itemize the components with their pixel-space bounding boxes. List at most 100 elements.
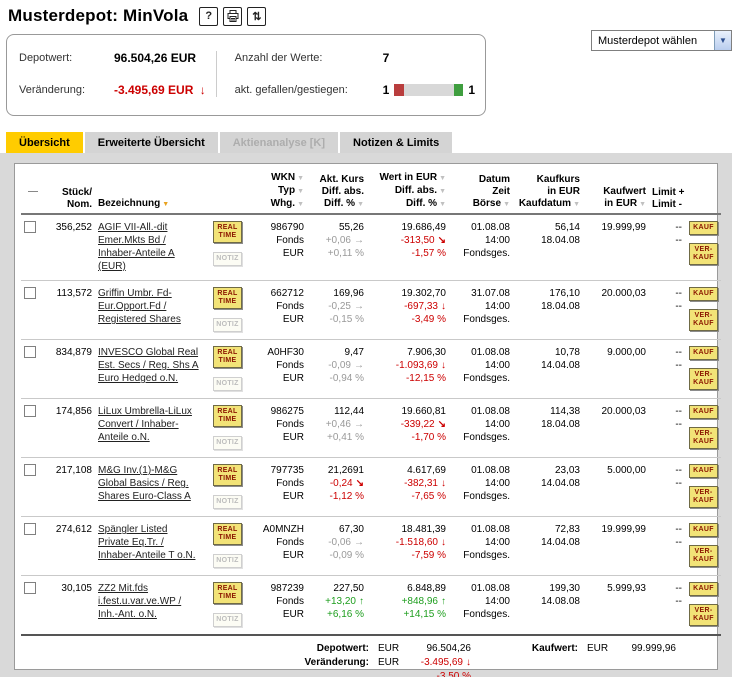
row-buttons-cell: REAL TIME NOTIZ — [207, 339, 251, 399]
security-link[interactable]: Spängler Listed Private Eq.Tr. / Inhaber-A… — [98, 524, 195, 561]
verkauf-button[interactable]: VER- KAUF — [689, 545, 718, 567]
buy-price: 23,03 — [554, 465, 580, 476]
security-link[interactable]: Griffin Umbr. Fd- Eur.Opport.Fd / Register… — [98, 288, 181, 325]
exchange: Fondsges. — [463, 491, 510, 502]
notiz-button[interactable]: NOTIZ — [213, 613, 242, 627]
limit-plus: -- — [675, 465, 682, 476]
verkauf-button[interactable]: VER- KAUF — [689, 309, 718, 331]
positions-table: — Stück/Nom. Bezeichnung ▼ WKN ▼ Typ ▼ Whg. ▼ Akt.… — [21, 170, 721, 636]
notiz-button[interactable]: NOTIZ — [213, 436, 242, 450]
sort-icon[interactable]: ▼ — [439, 188, 446, 195]
security-link[interactable]: LiLux Umbrella-LiLux Convert / Inhaber- An… — [98, 406, 192, 443]
row-checkbox[interactable] — [24, 464, 36, 476]
sort-icon[interactable]: ▼ — [162, 201, 169, 208]
wkn-value: 662712 — [270, 288, 304, 299]
realtime-button[interactable]: REAL TIME — [213, 221, 242, 243]
wkn-cell: A0MNZH Fonds EUR — [251, 516, 307, 576]
currency-label: EUR — [378, 657, 400, 668]
sort-icon[interactable]: ▼ — [297, 201, 304, 208]
checkbox-cell — [21, 457, 45, 517]
kauf-button[interactable]: KAUF — [689, 287, 718, 301]
realtime-button[interactable]: REAL TIME — [213, 405, 242, 427]
help-icon[interactable]: ? — [199, 6, 219, 26]
print-icon[interactable] — [223, 6, 243, 26]
sort-icon[interactable]: ▼ — [297, 175, 304, 182]
sort-icon[interactable]: ▼ — [439, 175, 446, 182]
trend-arrow-icon: → — [354, 235, 364, 246]
sort-icon[interactable]: ▼ — [639, 201, 646, 208]
security-link[interactable]: INVESCO Global Real Est. Secs / Reg. Shs … — [98, 347, 199, 384]
realtime-button[interactable]: REAL TIME — [213, 464, 242, 486]
sort-icon[interactable]: ▼ — [503, 201, 510, 208]
buy-date: 18.04.08 — [541, 419, 580, 430]
refresh-icon[interactable]: ⇅ — [247, 6, 267, 26]
tab-uebersicht[interactable]: Übersicht — [6, 132, 83, 153]
verkauf-button[interactable]: VER- KAUF — [689, 368, 718, 390]
trend-arrow-icon: ↓ — [441, 537, 446, 548]
column-header-label: Datum — [478, 174, 510, 185]
sort-icon[interactable]: ▼ — [573, 201, 580, 208]
security-link[interactable]: ZZ2 Mit.fds i.fest.u.var.ve.WP / Inh.-Ant.… — [98, 583, 181, 620]
realtime-button[interactable]: REAL TIME — [213, 582, 242, 604]
table-row: 174,856 LiLux Umbrella-LiLux Convert / In… — [21, 398, 721, 458]
down-arrow-icon: ↓ — [466, 657, 471, 668]
column-header-kurs: Akt. Kurs Diff. abs. Diff. % ▼ — [307, 170, 367, 215]
notiz-button[interactable]: NOTIZ — [213, 318, 242, 332]
trade-buttons-cell: KAUF VER- KAUF — [685, 280, 721, 340]
shares-amount: 217,108 — [55, 465, 92, 476]
quote-time: 14:00 — [484, 478, 510, 489]
verkauf-button[interactable]: VER- KAUF — [689, 243, 718, 265]
veraenderung-value: -3.495,69 EUR ↓ — [114, 83, 206, 97]
quote-date: 01.08.08 — [471, 583, 510, 594]
security-link[interactable]: AGIF VII-All.-dit Emer.Mkts Bd / Inhaber-A… — [98, 222, 175, 272]
row-checkbox[interactable] — [24, 582, 36, 594]
quote-date: 01.08.08 — [471, 406, 510, 417]
wkn-value: A0HF30 — [267, 347, 304, 358]
current-price: 112,44 — [334, 406, 364, 417]
verkauf-button[interactable]: VER- KAUF — [689, 427, 718, 449]
column-header-label: Limit - — [652, 199, 682, 210]
kauf-button[interactable]: KAUF — [689, 582, 718, 596]
sort-icon[interactable]: ▼ — [439, 201, 446, 208]
buy-price: 114,38 — [550, 406, 580, 417]
shares-amount: 30,105 — [61, 583, 92, 594]
tab-erweiterte-uebersicht[interactable]: Erweiterte Übersicht — [84, 132, 218, 153]
verkauf-button[interactable]: VER- KAUF — [689, 486, 718, 508]
kauf-button[interactable]: KAUF — [689, 221, 718, 235]
value-cell: 7.906,30 -1.093,69 ↓ -12,15 % — [367, 339, 449, 399]
tab-bar: Übersicht Erweiterte Übersicht Aktienana… — [0, 132, 732, 153]
sort-icon[interactable]: ▼ — [297, 188, 304, 195]
down-arrow-icon: ↓ — [199, 83, 206, 97]
table-header-row: — Stück/Nom. Bezeichnung ▼ WKN ▼ Typ ▼ Whg. ▼ Akt.… — [21, 170, 721, 215]
kauf-button[interactable]: KAUF — [689, 346, 718, 360]
kauf-button[interactable]: KAUF — [689, 464, 718, 478]
realtime-button[interactable]: REAL TIME — [213, 287, 242, 309]
column-header-label: Kaufdatum — [518, 198, 572, 209]
notiz-button[interactable]: NOTIZ — [213, 554, 242, 568]
sort-icon[interactable]: ▼ — [357, 201, 364, 208]
kauf-button[interactable]: KAUF — [689, 523, 718, 537]
buy-date: 14.04.08 — [541, 360, 580, 371]
row-checkbox[interactable] — [24, 405, 36, 417]
price-diff-pct: -0,94 % — [329, 373, 364, 384]
trend-arrow-icon: → — [354, 301, 364, 312]
limit-cell: -- -- — [649, 575, 685, 636]
realtime-button[interactable]: REAL TIME — [213, 346, 242, 368]
notiz-button[interactable]: NOTIZ — [213, 377, 242, 391]
buy-value: 5.000,00 — [607, 465, 646, 476]
value-cell: 18.481,39 -1.518,60 ↓ -7,59 % — [367, 516, 449, 576]
notiz-button[interactable]: NOTIZ — [213, 252, 242, 266]
column-header-kaufwert: Kaufwert in EUR ▼ — [583, 170, 649, 215]
realtime-button[interactable]: REAL TIME — [213, 523, 242, 545]
row-checkbox[interactable] — [24, 523, 36, 535]
security-link[interactable]: M&G Inv.(1)-M&G Global Basics / Reg. Share… — [98, 465, 191, 502]
verkauf-button[interactable]: VER- KAUF — [689, 604, 718, 626]
row-checkbox[interactable] — [24, 346, 36, 358]
wkn-cell: 986275 Fonds EUR — [251, 398, 307, 458]
notiz-button[interactable]: NOTIZ — [213, 495, 242, 509]
depot-select[interactable]: Musterdepot wählen ▼ — [591, 30, 732, 51]
tab-notizen-limits[interactable]: Notizen & Limits — [340, 132, 453, 153]
kauf-button[interactable]: KAUF — [689, 405, 718, 419]
row-checkbox[interactable] — [24, 287, 36, 299]
row-checkbox[interactable] — [24, 221, 36, 233]
